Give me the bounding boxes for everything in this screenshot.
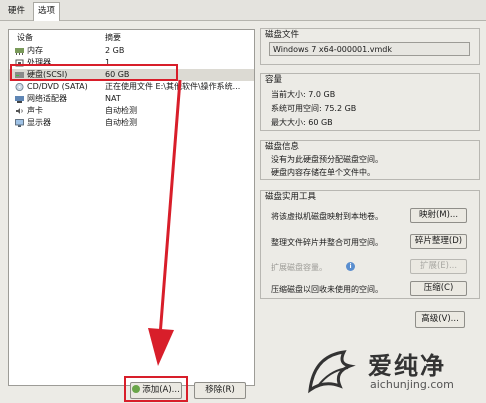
available-space: 系统可用空间: 75.2 GB [271,104,357,113]
annotation-arrow [148,79,182,366]
remove-button[interactable]: 移除(R) [194,382,246,399]
device-name: 声卡 [27,106,43,115]
device-row-memory[interactable]: 内存 2 GB [9,45,254,57]
device-name: 网络适配器 [27,94,67,103]
expand-button[interactable]: 扩展(E)... [410,259,467,274]
disk-info-line: 没有为此硬盘预分配磁盘空间。 [271,155,383,164]
expand-label: 扩展磁盘容量。 i [271,262,355,273]
compact-label: 压缩磁盘以回收未使用的空间。 [271,285,383,294]
disk-utility-group: 磁盘实用工具 将该虚拟机磁盘映射到本地卷。 映射(M)... 整理文件碎片并整合… [260,190,480,299]
column-header-summary[interactable]: 摘要 [105,32,121,43]
tab-options[interactable]: 选项 [33,2,61,21]
display-icon [15,119,24,127]
disk-file-field[interactable]: Windows 7 x64-000001.vmdk [269,42,470,56]
map-button[interactable]: 映射(M)... [410,208,467,223]
device-list[interactable]: 设备 摘要 内存 2 GB 处理器 1 硬盘(SCSI) 60 GB CD/DV… [8,29,255,386]
device-list-header: 设备 摘要 [9,30,254,44]
cd-dvd-icon [15,83,24,91]
max-size: 最大大小: 60 GB [271,118,333,127]
watermark-url: aichunjing.com [370,378,454,391]
group-title: 磁盘文件 [265,30,300,40]
column-header-device[interactable]: 设备 [17,32,33,43]
annotation-add-highlight [124,376,188,402]
watermark-logo-icon [308,350,356,394]
capacity-group: 容量 当前大小: 7.0 GB 系统可用空间: 75.2 GB 最大大小: 60… [260,73,480,131]
disk-file-group: 磁盘文件 Windows 7 x64-000001.vmdk [260,28,480,65]
group-title: 磁盘实用工具 [265,192,317,202]
advanced-button[interactable]: 高级(V)... [415,311,465,328]
group-title: 磁盘信息 [265,142,300,152]
device-row-cd-dvd[interactable]: CD/DVD (SATA) 正在使用文件 E:\其他软件\操作系统... [9,81,254,93]
memory-icon [15,48,24,55]
expand-label-text: 扩展磁盘容量。 [271,263,327,272]
current-size: 当前大小: 7.0 GB [271,90,336,99]
device-row-network-adapter[interactable]: 网络适配器 NAT [9,93,254,105]
device-summary: 2 GB [105,46,125,55]
device-row-sound-card[interactable]: 声卡 自动检测 [9,105,254,117]
tab-hardware[interactable]: 硬件 [4,3,29,19]
disk-info-group: 磁盘信息 没有为此硬盘预分配磁盘空间。 硬盘内容存储在单个文件中。 [260,140,480,180]
defragment-label: 整理文件碎片并整合可用空间。 [271,238,383,247]
watermark-name: 爱纯净 [368,352,446,380]
device-name: CD/DVD (SATA) [27,82,88,91]
defragment-button[interactable]: 碎片整理(D) [410,234,467,249]
sound-card-icon [16,108,23,114]
disk-info-line: 硬盘内容存储在单个文件中。 [271,168,375,177]
group-title: 容量 [265,75,283,85]
map-label: 将该虚拟机磁盘映射到本地卷。 [271,212,383,221]
device-row-display[interactable]: 显示器 自动检测 [9,117,254,129]
device-name: 内存 [27,46,43,55]
tab-bar: 硬件 选项 [0,0,486,21]
info-icon: i [346,262,355,271]
device-name: 显示器 [27,118,51,127]
watermark: 爱纯净 aichunjing.com [300,344,486,403]
network-adapter-icon [15,96,24,103]
compact-button[interactable]: 压缩(C) [410,281,467,296]
